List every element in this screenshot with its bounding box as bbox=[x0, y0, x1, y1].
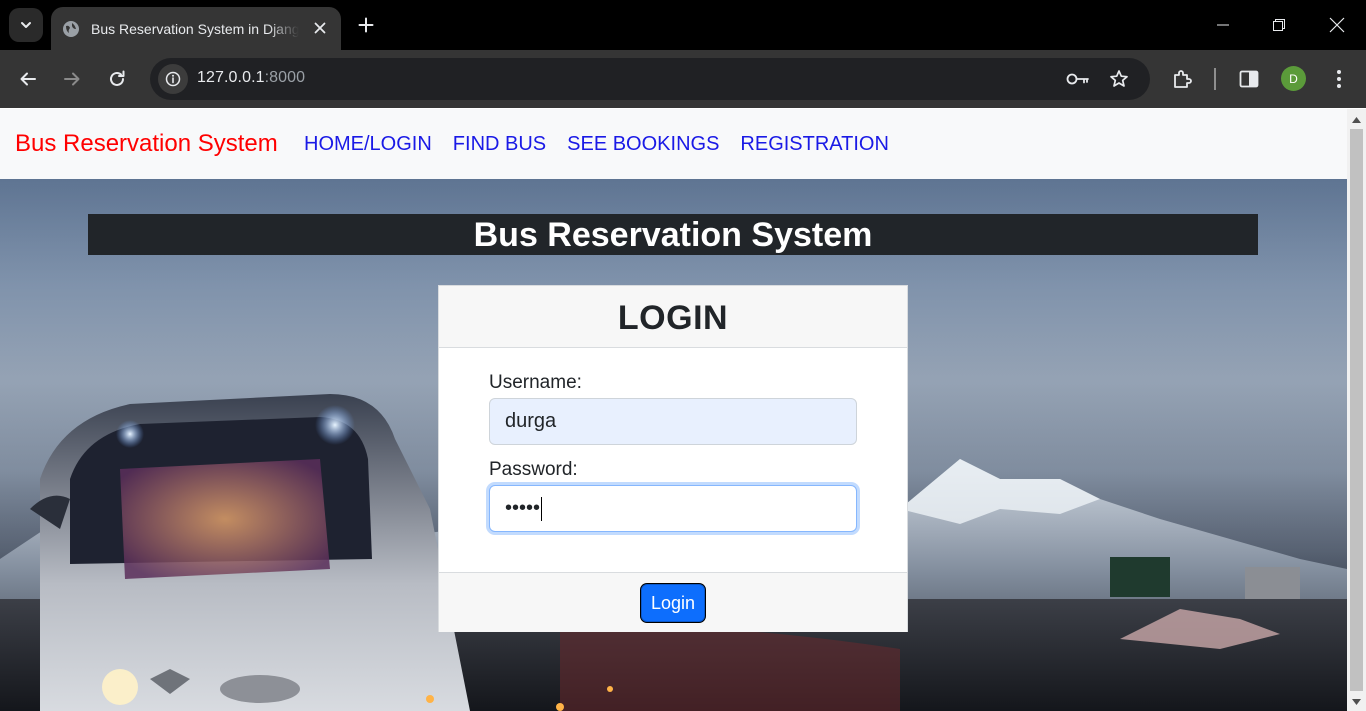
new-tab-button[interactable] bbox=[352, 11, 380, 39]
url-port: :8000 bbox=[264, 69, 306, 86]
restore-icon bbox=[1273, 19, 1285, 31]
plus-icon bbox=[358, 17, 374, 33]
login-card-header: LOGIN bbox=[439, 286, 907, 348]
password-input[interactable]: ••••• bbox=[489, 485, 857, 532]
nav-link-see-bookings[interactable]: SEE BOOKINGS bbox=[567, 133, 719, 156]
nav-link-find-bus[interactable]: FIND BUS bbox=[453, 133, 546, 156]
extensions-icon[interactable] bbox=[1167, 64, 1197, 94]
forward-button[interactable] bbox=[57, 64, 87, 94]
scrollbar-thumb[interactable] bbox=[1350, 129, 1363, 691]
browser-tab-active[interactable]: Bus Reservation System in Django bbox=[51, 7, 341, 50]
address-url: 127.0.0.1:8000 bbox=[197, 69, 305, 87]
reload-button[interactable] bbox=[102, 64, 132, 94]
browser-toolbar: 127.0.0.1:8000 D bbox=[0, 50, 1366, 108]
globe-icon bbox=[62, 20, 80, 38]
side-panel-icon[interactable] bbox=[1234, 64, 1264, 94]
toolbar-separator bbox=[1214, 68, 1216, 90]
tab-title: Bus Reservation System in Django bbox=[91, 20, 299, 37]
nav-links: HOME/LOGIN FIND BUS SEE BOOKINGS REGISTR… bbox=[304, 133, 889, 156]
password-value: ••••• bbox=[505, 497, 541, 519]
nav-link-registration[interactable]: REGISTRATION bbox=[740, 133, 889, 156]
nav-link-home-login[interactable]: HOME/LOGIN bbox=[304, 133, 432, 156]
chevron-down-icon bbox=[21, 22, 31, 28]
profile-avatar[interactable]: D bbox=[1281, 66, 1306, 91]
more-menu-icon[interactable] bbox=[1324, 64, 1354, 94]
minimize-icon bbox=[1217, 24, 1229, 26]
reload-icon bbox=[110, 70, 125, 86]
minimize-window-button[interactable] bbox=[1194, 0, 1252, 50]
scroll-up-arrow-icon[interactable] bbox=[1347, 113, 1366, 127]
site-info-icon[interactable] bbox=[158, 64, 188, 94]
arrow-left-icon bbox=[20, 72, 36, 86]
username-value: durga bbox=[505, 410, 557, 432]
browser-tab-strip: Bus Reservation System in Django bbox=[0, 0, 1366, 50]
login-card-footer: Login bbox=[439, 572, 907, 632]
login-button[interactable]: Login bbox=[641, 584, 705, 622]
address-bar[interactable]: 127.0.0.1:8000 bbox=[150, 58, 1150, 100]
restore-window-button[interactable] bbox=[1250, 0, 1308, 50]
text-caret bbox=[541, 496, 543, 521]
back-button[interactable] bbox=[13, 64, 43, 94]
close-window-button[interactable] bbox=[1308, 0, 1366, 50]
site-navbar: Bus Reservation System HOME/LOGIN FIND B… bbox=[0, 109, 1347, 179]
password-key-icon[interactable] bbox=[1063, 64, 1093, 94]
url-host: 127.0.0.1 bbox=[197, 69, 265, 86]
bookmark-star-icon[interactable] bbox=[1104, 64, 1134, 94]
close-icon bbox=[1329, 17, 1345, 33]
page-viewport: Bus Reservation System HOME/LOGIN FIND B… bbox=[0, 109, 1347, 711]
arrow-right-icon bbox=[64, 72, 80, 86]
tab-search-button[interactable] bbox=[9, 8, 43, 42]
login-card: LOGIN Username: durga Password: ••••• Lo… bbox=[438, 285, 908, 632]
page-scrollbar[interactable] bbox=[1347, 109, 1366, 711]
username-input[interactable]: durga bbox=[489, 398, 857, 445]
site-brand[interactable]: Bus Reservation System bbox=[15, 130, 278, 158]
password-label: Password: bbox=[489, 459, 578, 480]
hero-background: Bus Reservation System LOGIN Username: d… bbox=[0, 179, 1347, 711]
username-label: Username: bbox=[489, 372, 582, 393]
close-tab-icon[interactable] bbox=[311, 19, 329, 37]
scroll-down-arrow-icon[interactable] bbox=[1347, 695, 1366, 709]
page-title: Bus Reservation System bbox=[88, 214, 1258, 255]
